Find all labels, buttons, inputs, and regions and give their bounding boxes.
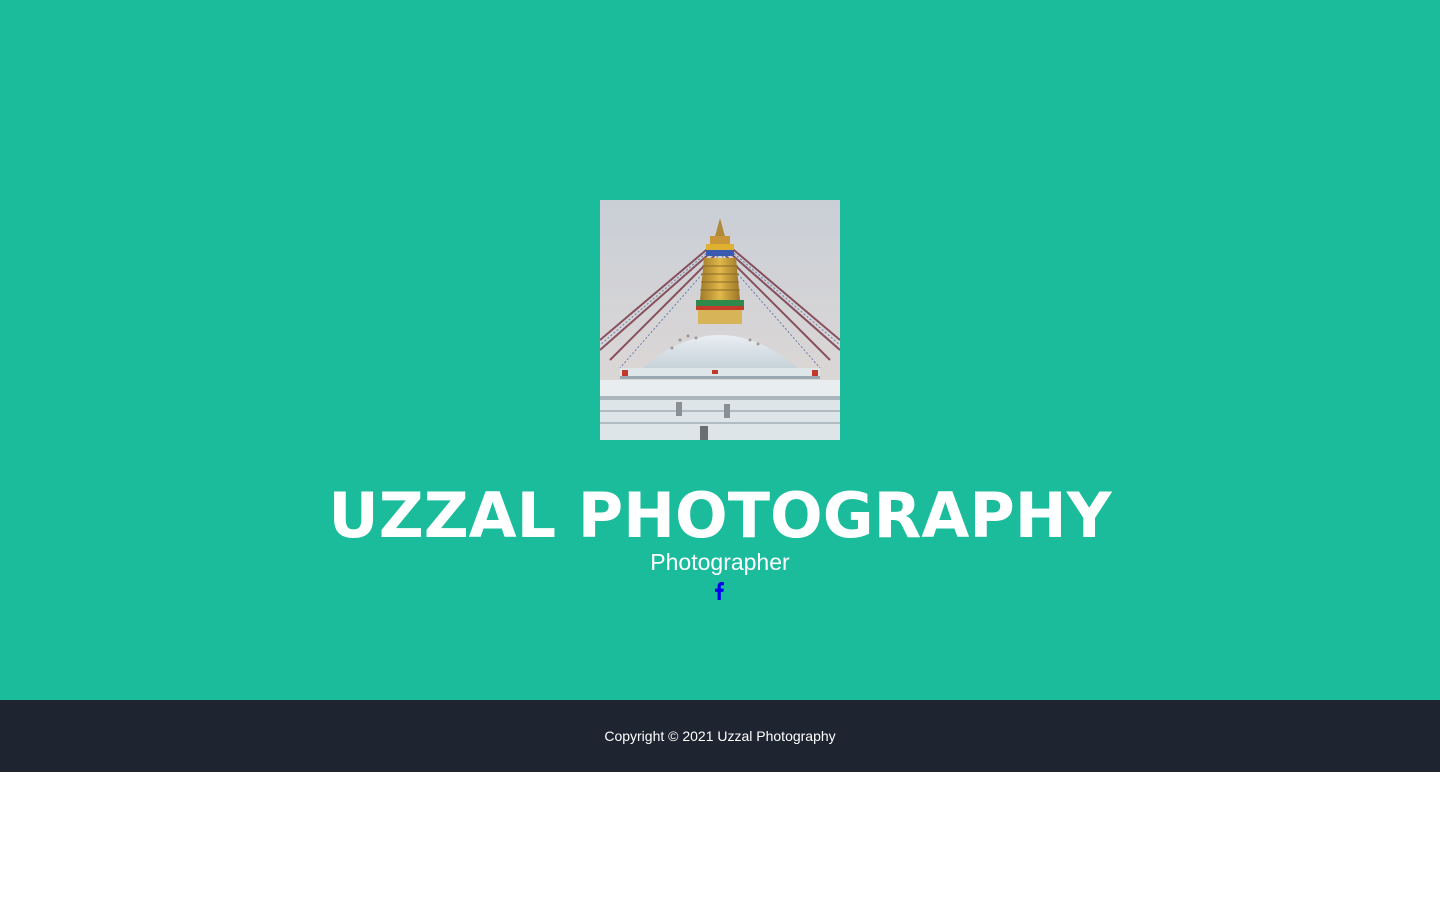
social-links <box>0 581 1440 603</box>
site-title: UZZAL PHOTOGRAPHY <box>328 479 1112 552</box>
site-subtitle: Photographer <box>650 549 790 575</box>
facebook-link[interactable] <box>713 581 727 601</box>
copyright-text: Copyright © 2021 Uzzal Photography <box>604 728 836 744</box>
footer: Copyright © 2021 Uzzal Photography <box>0 700 1440 772</box>
profile-photo <box>600 200 840 440</box>
masthead: UZZAL PHOTOGRAPHY Photographer <box>0 0 1440 700</box>
stupa-photo-illustration <box>600 200 840 440</box>
facebook-icon <box>715 582 724 600</box>
